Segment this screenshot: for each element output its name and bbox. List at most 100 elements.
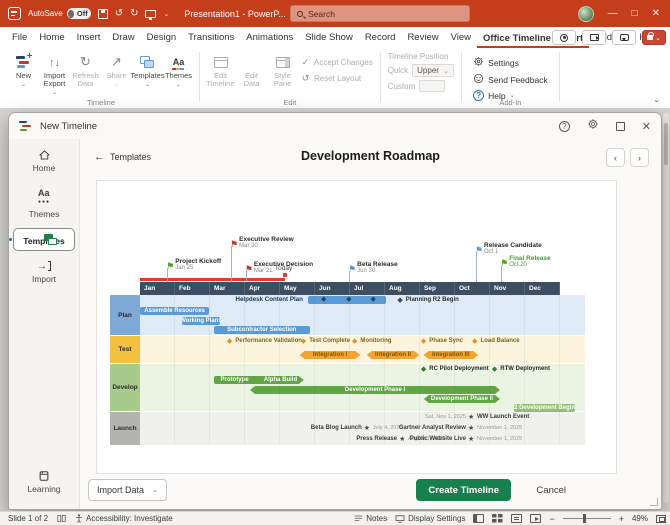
redo-icon[interactable]: ↻ [130,9,138,19]
milestone-monitoring: ◆Monitoring [352,337,391,346]
sidebar-item-templates[interactable]: Templates [13,228,75,251]
month-aug: Aug [385,282,420,295]
edit-stack: ✓Accept Changes↺Reset Layout [298,51,375,90]
zoom-in-button[interactable]: + [619,514,624,524]
slide-sorter-view-button[interactable] [492,514,503,523]
undo-icon[interactable]: ↺ [115,9,123,19]
notes-button[interactable]: Notes [354,514,387,523]
tab-view[interactable]: View [445,28,477,48]
dialog-settings-icon[interactable] [587,117,599,135]
import-data-button[interactable]: Import Data⌄ [88,479,167,501]
accessibility-checker[interactable]: Accessibility: Investigate [75,514,173,523]
share-button[interactable]: ⌄ [642,30,666,45]
diamond-marker: ◆ [321,296,326,304]
group-label-addin: Add-In [463,98,558,107]
fit-slide-icon[interactable] [656,515,666,523]
minimize-button[interactable]: — [608,8,618,19]
month-jul: Jul [350,282,385,295]
zoom-out-button[interactable]: − [549,514,554,524]
dialog-close-icon[interactable]: ✕ [642,120,651,133]
tab-draw[interactable]: Draw [106,28,140,48]
import-export-button[interactable]: ↑↓ImportExport⌄ [39,51,70,96]
bar-integration-ii: Integration II [367,351,420,359]
slideshow-view-button[interactable] [530,514,541,523]
proofing-icon[interactable] [57,514,66,523]
group-label-edit: Edit [201,98,379,107]
lane-line: ◆RC Pilot Deployment◆RTW Deployment [140,364,585,375]
dialog-help-icon[interactable]: ? [559,121,570,132]
lane-label-plan: Plan [110,295,140,335]
start-presentation-icon[interactable] [145,10,156,18]
tab-slide-show[interactable]: Slide Show [299,28,359,48]
vertical-scrollbar[interactable] [663,113,669,503]
bar-bar: ◆◆◆ [308,296,386,304]
month-nov: Nov [490,282,525,295]
slide-counter: Slide 1 of 2 [8,514,48,523]
search-input[interactable]: Search [290,5,470,22]
bar-development-phase-i: Development Phase I [250,386,500,394]
ribbon-group-timeline: +New⌄↑↓ImportExport⌄↻RefreshData↗Share⌄T… [4,48,198,108]
tab-insert[interactable]: Insert [71,28,107,48]
previous-template-button[interactable]: ‹ [606,148,625,167]
lane-body-launch: Sat, Nov 1, 2025★WW Launch EventBeta Blo… [140,412,585,445]
user-avatar[interactable] [578,6,594,22]
collapse-ribbon-icon[interactable]: ⌄ [653,95,660,104]
new-button[interactable]: +New⌄ [8,51,39,88]
quick-access-chevron-icon[interactable]: ⌄ [163,10,169,18]
record-button[interactable] [552,30,576,45]
tab-transitions[interactable]: Transitions [182,28,240,48]
zoom-level[interactable]: 49% [632,514,648,523]
tab-design[interactable]: Design [141,28,183,48]
display-settings-button[interactable]: Display Settings [395,514,465,523]
lane-label-develop: Develop [110,364,140,411]
milestone-rc-pilot-deployment: ◆RC Pilot Deployment [421,365,489,374]
zoom-slider[interactable] [563,518,611,520]
cancel-button[interactable]: Cancel [536,479,566,501]
autosave-toggle[interactable]: AutoSave Off [28,8,91,19]
bar-integration-iii: Integration III [424,351,479,359]
milestone-rtw-deployment: ◆RTW Deployment [492,365,550,374]
normal-view-button[interactable] [473,514,484,523]
reset-icon: ↺ [300,73,311,84]
sidebar-item-learning[interactable]: Learning [13,464,75,499]
close-button[interactable]: ✕ [652,8,660,19]
create-timeline-button[interactable]: Create Timeline [416,479,511,501]
style-pane-button: StylePane [267,51,298,88]
tab-file[interactable]: File [6,28,33,48]
month-may: May [280,282,315,295]
lane-line: Sat, Nov 1, 2025★WW Launch Event [140,412,585,423]
tab-home[interactable]: Home [33,28,70,48]
reset-layout-button: ↺Reset Layout [300,73,373,84]
month-feb: Feb [175,282,210,295]
dialog-maximize-icon[interactable] [616,122,625,131]
sidebar-item-themes[interactable]: Aa●●●Themes [13,182,75,224]
bar-working-plans: Working Plans [182,317,220,325]
milestones-area: ⚑Project KickoffJan 25⚑Executive ReviewM… [140,221,610,282]
lane-line: Subcontractor Selection [140,325,585,335]
zoom-slider-thumb[interactable] [583,514,586,523]
sidebar-item-home[interactable]: Home [13,143,75,178]
milestone-phase-sync: ◆Phase Sync [421,337,463,346]
themes-button[interactable]: AaThemes⌄ [163,51,194,88]
templates-button[interactable]: Templates⌄ [132,51,163,88]
comments-button[interactable] [612,30,636,45]
tab-review[interactable]: Review [401,28,444,48]
settings-button[interactable]: Settings [473,56,548,69]
next-template-button[interactable]: › [630,148,649,167]
camera-button[interactable] [582,30,606,45]
lane-line: Beta Blog Launch★July 4, 2025Gartner Ana… [140,423,585,434]
save-icon[interactable] [98,9,108,19]
office-timeline-icon [19,121,32,132]
maximize-button[interactable]: □ [632,8,638,19]
lane-line: ◆Performance Validation◆Test Complete◆Mo… [140,336,585,350]
send-feedback-button[interactable]: Send Feedback [473,73,548,86]
reading-view-button[interactable] [511,514,522,523]
resize-handle[interactable] [650,498,658,506]
tab-animations[interactable]: Animations [240,28,299,48]
lane-line: Integration IIntegration IIIntegration I… [140,350,585,362]
template-preview[interactable]: JanFebMarAprMayJunJulAugSepOctNovDecToda… [96,180,617,474]
powerpoint-app-icon [8,7,21,20]
templates-icon [140,53,155,71]
sidebar-item-import[interactable]: →Import [13,255,75,289]
tab-record[interactable]: Record [359,28,402,48]
